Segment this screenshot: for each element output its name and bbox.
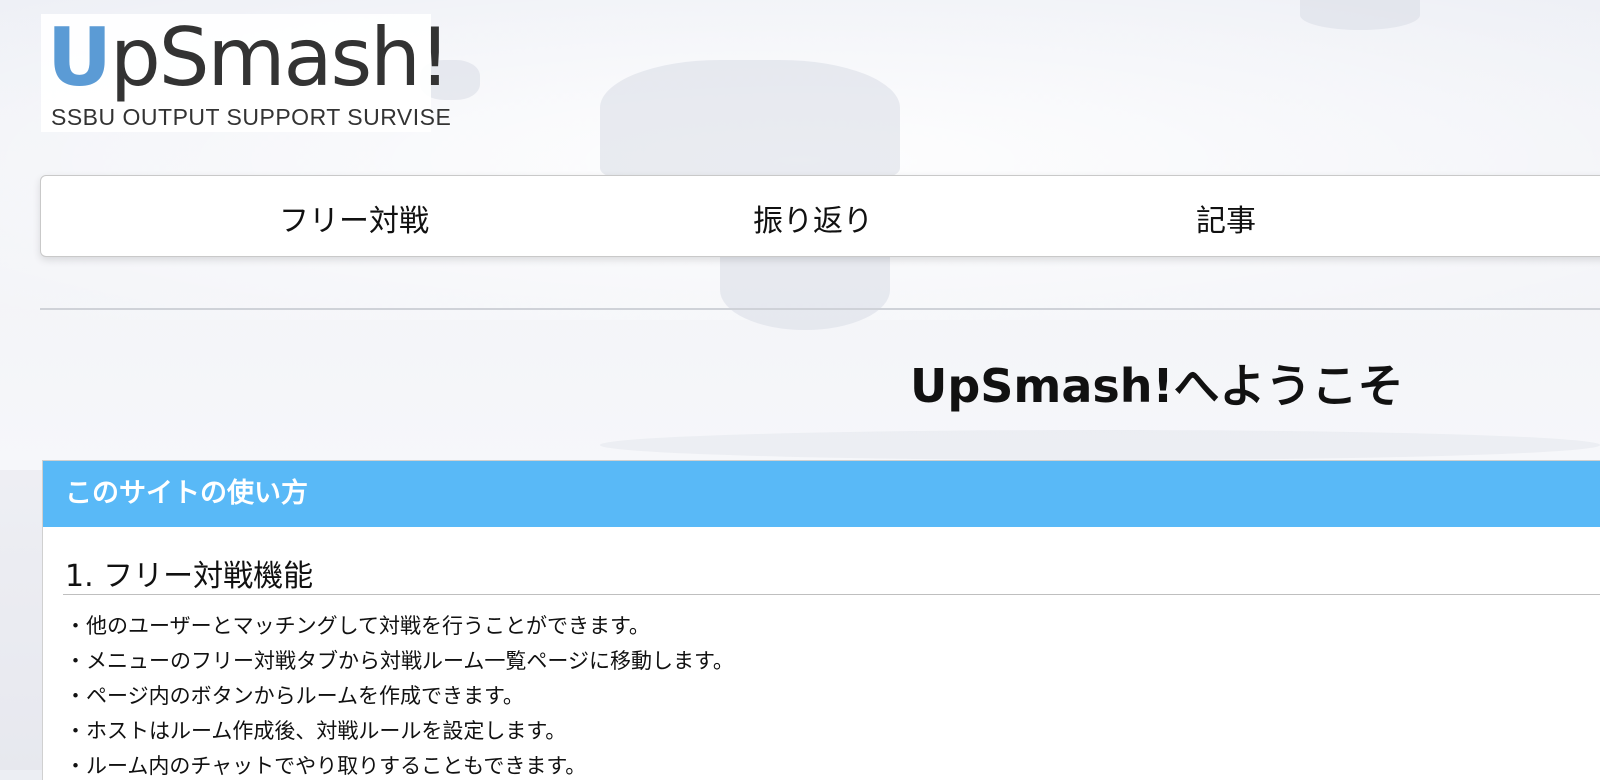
list-item: ・ルーム内のチャットでやり取りすることもできます。 <box>65 754 587 778</box>
list-item: ・ホストはルーム作成後、対戦ルールを設定します。 <box>65 719 567 743</box>
main-nav: フリー対戦 振り返り 記事 <box>40 175 1600 257</box>
castle-silhouette <box>600 60 900 180</box>
section-divider <box>63 594 1600 595</box>
logo-letter-u: U <box>47 11 112 104</box>
logo-wordmark: UpSmash! <box>47 8 451 108</box>
nav-articles[interactable]: 記事 <box>1196 196 1256 240</box>
site-logo[interactable]: UpSmash! SSBU OUTPUT SUPPORT SURVISE <box>41 11 451 132</box>
list-item: ・ページ内のボタンからルームを作成できます。 <box>65 684 524 708</box>
logo-letters: pSmash! <box>109 11 451 104</box>
section-title-free-battle: 1. フリー対戦機能 <box>65 559 314 594</box>
list-item: ・他のユーザーとマッチングして対戦を行うことができます。 <box>65 614 650 638</box>
floating-island <box>720 250 890 330</box>
card-header: このサイトの使い方 <box>43 461 1600 527</box>
nav-review[interactable]: 振り返り <box>753 196 873 240</box>
floating-island-small <box>1300 0 1420 30</box>
feature-list: ・他のユーザーとマッチングして対戦を行うことができます。 ・メニューのフリー対戦… <box>65 609 734 780</box>
welcome-heading: UpSmash!へようこそ <box>910 359 1404 413</box>
list-item: ・メニューのフリー対戦タブから対戦ルーム一覧ページに移動します。 <box>65 649 734 673</box>
header-divider <box>40 308 1600 310</box>
nav-free-battle[interactable]: フリー対戦 <box>279 196 429 240</box>
horizon-clouds <box>600 430 1600 460</box>
logo-tagline: SSBU OUTPUT SUPPORT SURVISE <box>51 104 452 130</box>
how-to-use-card: このサイトの使い方 1. フリー対戦機能 ・他のユーザーとマッチングして対戦を行… <box>42 460 1600 780</box>
